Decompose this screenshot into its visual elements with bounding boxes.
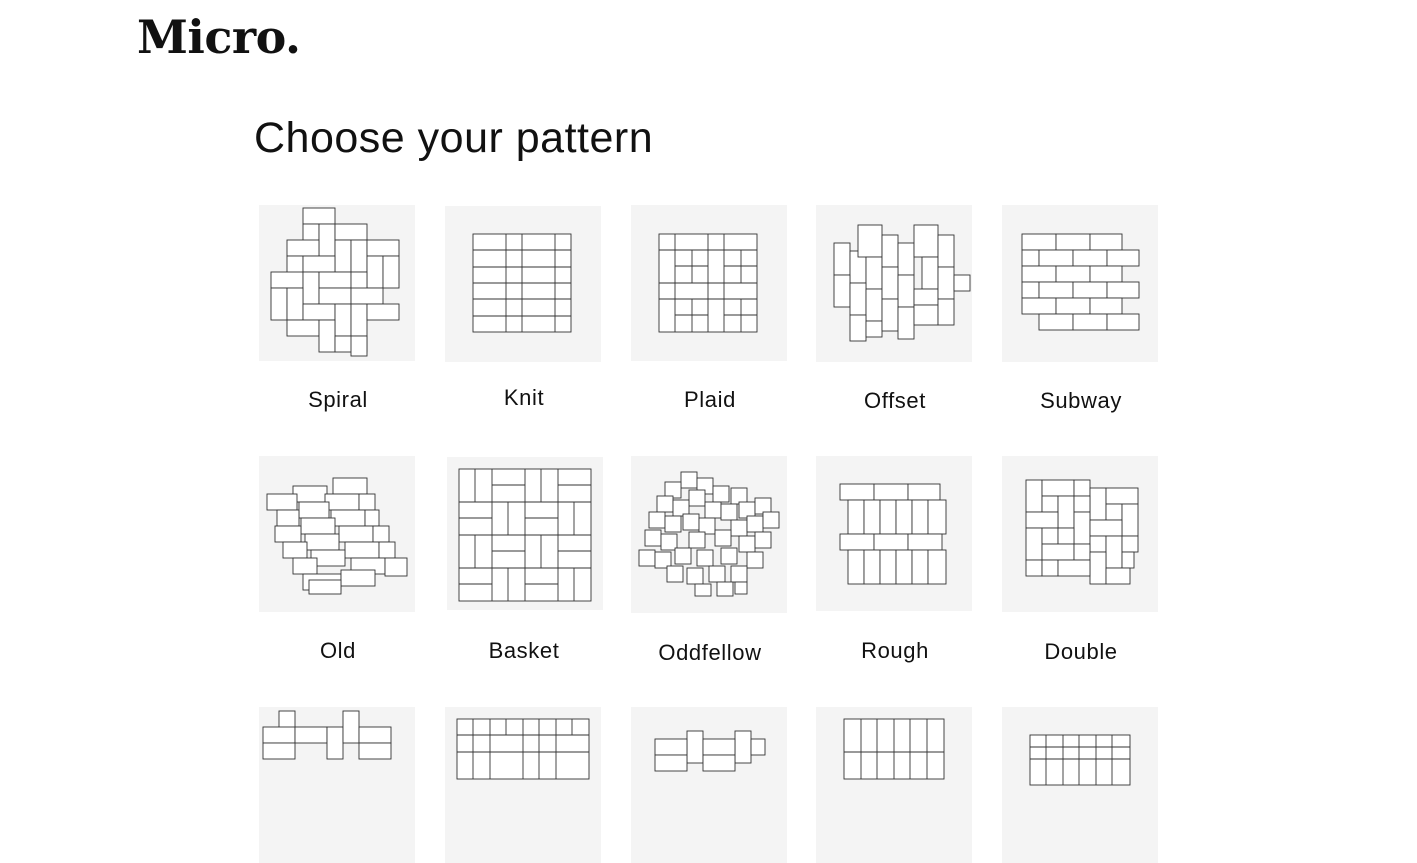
- pattern-card[interactable]: [631, 707, 789, 863]
- pattern-thumbnail: [259, 707, 415, 863]
- pattern-grid: Spiral Knit Plaid Offset Subway Old Bask…: [0, 0, 1417, 863]
- basket-pattern-thumbnail: [447, 457, 603, 610]
- pattern-thumbnail: [816, 707, 972, 863]
- pattern-card-double[interactable]: Double: [1002, 456, 1160, 671]
- pattern-card-old[interactable]: Old: [259, 456, 417, 671]
- pattern-thumbnail: [631, 707, 787, 863]
- pattern-thumbnail: [445, 707, 601, 863]
- pattern-thumbnail: [1002, 707, 1158, 863]
- pattern-card[interactable]: [816, 707, 974, 863]
- pattern-label: Subway: [1040, 388, 1122, 413]
- pattern-card-knit[interactable]: Knit: [445, 205, 603, 420]
- pattern-label: Basket: [488, 638, 560, 663]
- plaid-pattern-thumbnail: [631, 205, 787, 361]
- pattern-card-oddfellow[interactable]: Oddfellow: [631, 456, 789, 671]
- pattern-card-plaid[interactable]: Plaid: [631, 205, 789, 420]
- spiral-pattern-thumbnail: [259, 205, 415, 361]
- pattern-label: Spiral: [308, 387, 368, 412]
- pattern-label: Double: [1044, 639, 1118, 664]
- oddfellow-pattern-thumbnail: [631, 456, 787, 613]
- pattern-card-subway[interactable]: Subway: [1002, 205, 1160, 420]
- pattern-label: Plaid: [684, 387, 736, 412]
- pattern-card[interactable]: [259, 707, 417, 863]
- pattern-label: Oddfellow: [658, 640, 762, 665]
- pattern-card-basket[interactable]: Basket: [445, 456, 603, 671]
- pattern-card-rough[interactable]: Rough: [816, 456, 974, 671]
- pattern-label: Knit: [503, 385, 545, 410]
- pattern-card[interactable]: [445, 707, 603, 863]
- rough-pattern-thumbnail: [816, 456, 972, 611]
- pattern-label: Offset: [864, 388, 926, 413]
- subway-pattern-thumbnail: [1002, 205, 1158, 362]
- pattern-card[interactable]: [1002, 707, 1160, 863]
- pattern-card-offset[interactable]: Offset: [816, 205, 974, 420]
- knit-pattern-thumbnail: [445, 206, 601, 362]
- pattern-label: Old: [319, 638, 357, 663]
- offset-pattern-thumbnail: [816, 205, 972, 362]
- double-pattern-thumbnail: [1002, 456, 1158, 612]
- pattern-label: Rough: [861, 638, 929, 663]
- pattern-card-spiral[interactable]: Spiral: [259, 205, 417, 420]
- old-pattern-thumbnail: [259, 456, 415, 612]
